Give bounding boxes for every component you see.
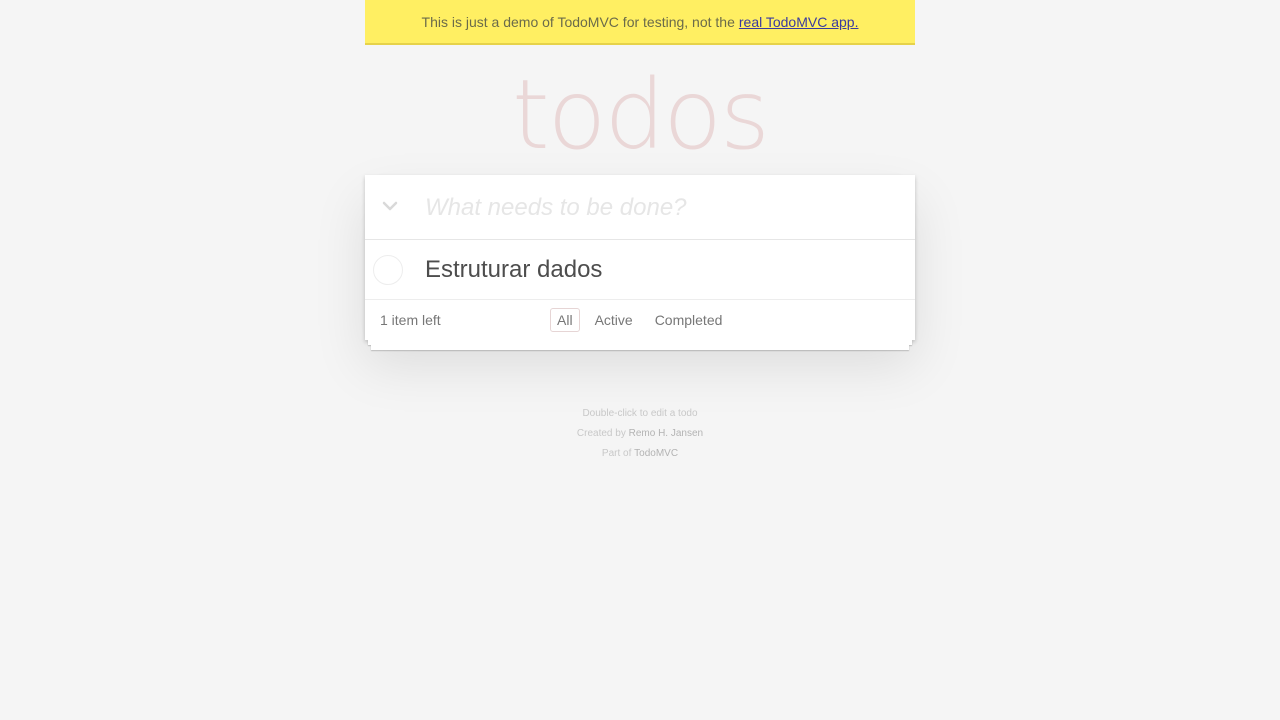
filter-active[interactable]: Active <box>588 308 640 332</box>
filter-all[interactable]: All <box>550 308 580 332</box>
chevron-down-icon[interactable] <box>379 195 401 217</box>
part-of: Part of TodoMVC <box>365 444 915 464</box>
items-left-count: 1 item left <box>380 312 441 328</box>
todo-app: Estruturar dados 1 item left All Active … <box>365 175 915 350</box>
todo-item[interactable]: Estruturar dados <box>365 240 915 300</box>
app-title: todos <box>511 59 770 171</box>
stack-shadow <box>371 345 909 350</box>
part-of-prefix: Part of <box>601 448 632 459</box>
filter-completed[interactable]: Completed <box>648 308 730 332</box>
todo-toggle-checkbox[interactable] <box>373 255 403 285</box>
todomvc-link[interactable]: TodoMVC <box>634 448 678 459</box>
author-link[interactable]: Remo H. Jansen <box>629 428 703 439</box>
demo-banner: This is just a demo of TodoMVC for testi… <box>365 0 915 45</box>
credits-prefix: Created by <box>576 428 626 439</box>
real-todomvc-link[interactable]: real TodoMVC app. <box>739 14 859 30</box>
todo-header <box>365 175 915 240</box>
banner-text: This is just a demo of TodoMVC for testi… <box>421 13 735 30</box>
page: This is just a demo of TodoMVC for testi… <box>0 0 1280 720</box>
info-footer: Double-click to edit a todo Created by R… <box>365 404 915 464</box>
todo-footer: 1 item left All Active Completed <box>365 300 915 340</box>
credits: Created by Remo H. Jansen <box>365 424 915 444</box>
filters: All Active Completed <box>550 308 729 332</box>
edit-hint: Double-click to edit a todo <box>582 408 698 419</box>
todo-label[interactable]: Estruturar dados <box>425 240 602 300</box>
new-todo-input[interactable] <box>425 175 905 240</box>
todo-list: Estruturar dados <box>365 240 915 300</box>
